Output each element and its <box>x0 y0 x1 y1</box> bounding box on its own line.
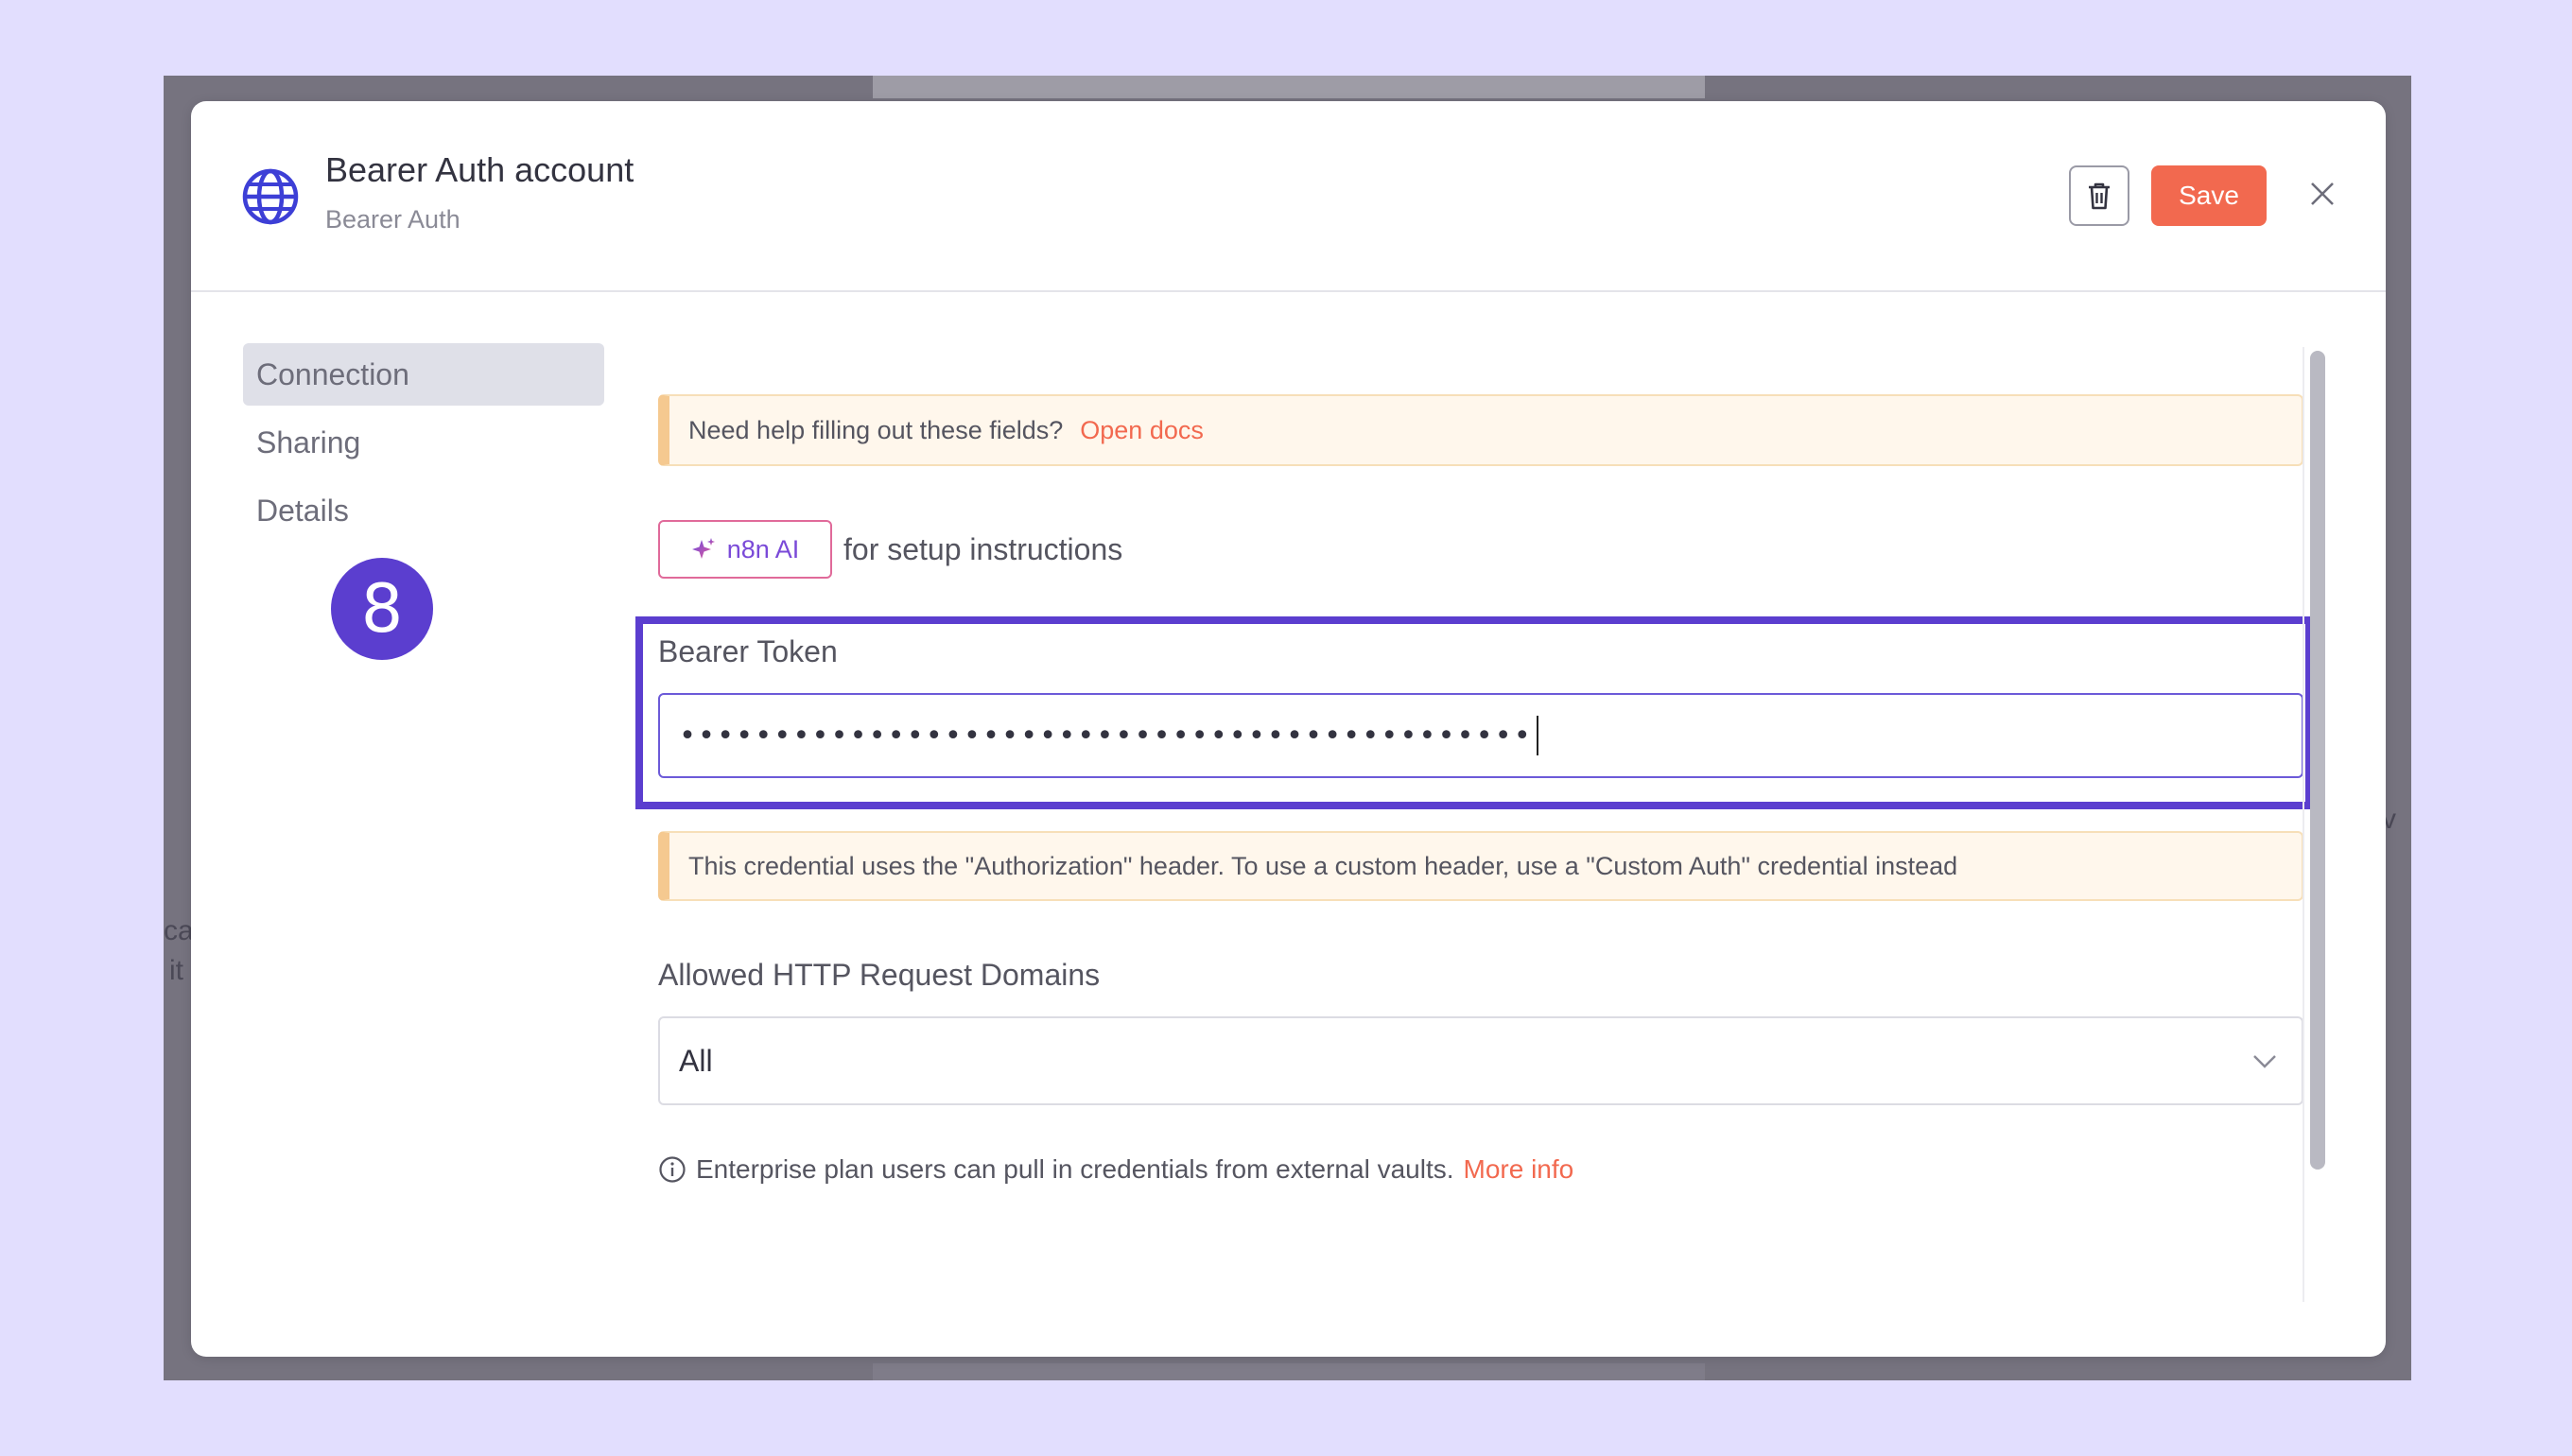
sidebar-item-label: Sharing <box>256 425 361 459</box>
backdrop-strip-top <box>873 76 1705 98</box>
modal-title: Bearer Auth account <box>325 150 634 189</box>
info-icon <box>659 1156 686 1183</box>
allowed-domains-select[interactable]: All <box>658 1016 2303 1105</box>
header-info-callout: This credential uses the "Authorization"… <box>658 831 2303 901</box>
sidebar-item-connection[interactable]: Connection <box>243 343 604 406</box>
n8n-ai-button[interactable]: n8n AI <box>658 520 832 579</box>
sidebar-item-sharing[interactable]: Sharing <box>243 411 604 474</box>
scrollbar-thumb[interactable] <box>2310 351 2325 1170</box>
chevron-down-icon <box>2253 1055 2276 1068</box>
modal-subtitle: Bearer Auth <box>325 205 461 234</box>
allowed-domains-value: All <box>679 1043 713 1078</box>
backdrop-strip-bottom <box>873 1363 1705 1380</box>
backdrop-text-fragment: ca <box>164 915 194 946</box>
sidebar-item-label: Details <box>256 493 349 528</box>
enterprise-note: Enterprise plan users can pull in creden… <box>658 1154 1573 1185</box>
modal-header: Bearer Auth account Bearer Auth Save <box>191 101 2386 292</box>
setup-instructions-text: for setup instructions <box>843 532 1123 566</box>
sidebar-item-label: Connection <box>256 356 409 391</box>
enterprise-note-text: Enterprise plan users can pull in creden… <box>696 1154 1454 1184</box>
help-callout-text: Need help filling out these fields? <box>688 415 1064 444</box>
help-callout: Need help filling out these fields? Open… <box>658 394 2303 466</box>
more-info-link[interactable]: More info <box>1464 1154 1574 1185</box>
credential-modal: Bearer Auth account Bearer Auth Save Con… <box>191 101 2386 1357</box>
open-docs-link[interactable]: Open docs <box>1080 416 1204 445</box>
header-info-text: This credential uses the "Authorization"… <box>688 851 1958 880</box>
close-icon <box>2311 182 2334 205</box>
close-button[interactable] <box>2300 171 2345 217</box>
bearer-token-label: Bearer Token <box>658 634 838 668</box>
text-caret <box>1536 716 1538 755</box>
n8n-ai-label: n8n AI <box>726 534 800 563</box>
step-badge: 8 <box>331 558 433 660</box>
trash-icon <box>2089 182 2110 210</box>
delete-button[interactable] <box>2069 165 2129 226</box>
allowed-domains-label: Allowed HTTP Request Domains <box>658 958 1101 992</box>
backdrop-text-fragment: it <box>169 955 183 986</box>
globe-icon <box>242 168 299 225</box>
save-button[interactable]: Save <box>2151 165 2267 226</box>
sidebar-item-details[interactable]: Details <box>243 479 604 542</box>
sparkle-icon <box>691 538 715 559</box>
bearer-token-input[interactable]: ••••••••••••••••••••••••••••••••••••••••… <box>658 693 2303 778</box>
bearer-token-value: ••••••••••••••••••••••••••••••••••••••••… <box>679 719 1533 753</box>
